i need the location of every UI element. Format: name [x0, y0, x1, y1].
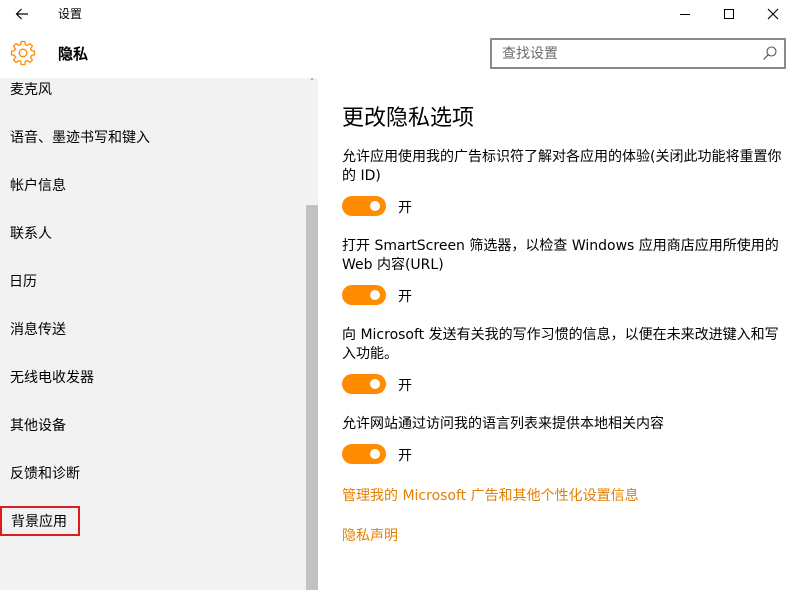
writing-info-toggle[interactable]: [342, 374, 386, 394]
settings-window: 设置 隐私 查找设置 麦克风 语音、墨迹书写和键入 帐户信息 联系人 日历 消息…: [0, 0, 794, 590]
page-header: 隐私: [0, 28, 794, 78]
toggle-knob: [370, 379, 380, 389]
setting-smartscreen-description: 打开 SmartScreen 筛选器，以检查 Windows 应用商店应用所使用…: [342, 238, 779, 273]
setting-advertising-id-description: 允许应用使用我的广告标识符了解对各应用的体验(关闭此功能将重置你的 ID): [342, 149, 782, 184]
search-input[interactable]: [492, 40, 742, 67]
sidebar-item-background-apps[interactable]: 背景应用: [0, 506, 80, 536]
sidebar-item-other-devices[interactable]: 其他设备: [0, 414, 304, 462]
toggle-knob: [370, 449, 380, 459]
page-title: 隐私: [58, 45, 89, 63]
close-icon: [767, 8, 779, 20]
sidebar-item-speech-inking-typing[interactable]: 语音、墨迹书写和键入: [0, 126, 304, 174]
privacy-statement-link[interactable]: 隐私声明: [342, 525, 398, 545]
search-box[interactable]: [490, 38, 786, 69]
sidebar-item-account-info[interactable]: 帐户信息: [0, 174, 304, 222]
sidebar-item-label: 反馈和诊断: [10, 466, 80, 482]
manage-ads-personalization-link[interactable]: 管理我的 Microsoft 广告和其他个性化设置信息: [342, 485, 639, 505]
scroll-up-icon[interactable]: ˆ: [306, 78, 318, 90]
maximize-button[interactable]: [706, 0, 752, 28]
setting-language-list-description: 允许网站通过访问我的语言列表来提供本地相关内容: [342, 416, 664, 432]
sidebar-item-feedback-diagnostics[interactable]: 反馈和诊断: [0, 462, 304, 510]
sidebar-item-calendar[interactable]: 日历: [0, 270, 304, 318]
main-content: 更改隐私选项 允许应用使用我的广告标识符了解对各应用的体验(关闭此功能将重置你的…: [318, 78, 794, 590]
sidebar-item-label: 背景应用: [11, 514, 67, 530]
minimize-icon: [680, 14, 690, 15]
sidebar-item-label: 麦克风: [10, 82, 52, 98]
setting-writing-info-description: 向 Microsoft 发送有关我的写作习惯的信息，以便在未来改进键入和写入功能…: [342, 327, 779, 362]
advertising-id-toggle[interactable]: [342, 196, 386, 216]
advertising-id-toggle-state: 开: [398, 200, 412, 216]
back-button[interactable]: [8, 2, 36, 26]
close-button[interactable]: [750, 0, 794, 28]
sidebar-item-label: 联系人: [10, 226, 52, 242]
minimize-button[interactable]: [662, 0, 708, 28]
sidebar-item-radios[interactable]: 无线电收发器: [0, 366, 304, 414]
sidebar-item-label: 消息传送: [10, 322, 66, 338]
title-bar: 设置: [0, 0, 794, 28]
sidebar-item-label: 无线电收发器: [10, 370, 94, 386]
window-title: 设置: [58, 7, 83, 21]
sidebar-item-label: 语音、墨迹书写和键入: [10, 130, 150, 146]
search-icon[interactable]: [762, 45, 778, 61]
smartscreen-toggle-state: 开: [398, 289, 412, 305]
sidebar: 麦克风 语音、墨迹书写和键入 帐户信息 联系人 日历 消息传送 无线电收发器 其…: [0, 78, 318, 590]
maximize-icon: [724, 9, 734, 19]
sidebar-item-microphone[interactable]: 麦克风: [0, 78, 304, 126]
back-arrow-icon: [15, 8, 28, 20]
sidebar-item-label: 日历: [9, 274, 37, 290]
section-heading: 更改隐私选项: [342, 106, 475, 131]
sidebar-item-label: 其他设备: [10, 418, 66, 434]
sidebar-item-contacts[interactable]: 联系人: [0, 222, 304, 270]
smartscreen-toggle[interactable]: [342, 285, 386, 305]
toggle-knob: [370, 290, 380, 300]
toggle-knob: [370, 201, 380, 211]
writing-info-toggle-state: 开: [398, 378, 412, 394]
language-list-toggle[interactable]: [342, 444, 386, 464]
language-list-toggle-state: 开: [398, 448, 412, 464]
sidebar-item-label: 帐户信息: [10, 178, 66, 194]
gear-icon: [10, 40, 36, 66]
sidebar-scrollbar-thumb[interactable]: [306, 205, 318, 590]
sidebar-item-messaging[interactable]: 消息传送: [0, 318, 304, 366]
